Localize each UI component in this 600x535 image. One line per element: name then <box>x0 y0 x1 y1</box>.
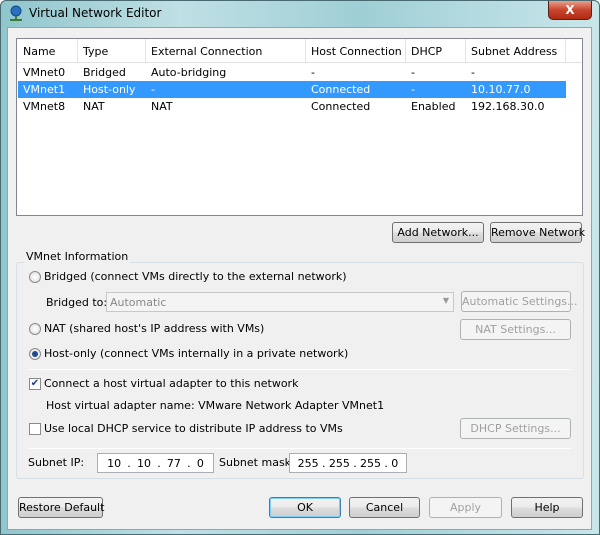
table-row[interactable]: VMnet1 Host-only - Connected - 10.10.77.0 <box>18 81 566 98</box>
restore-default-button[interactable]: Restore Default <box>18 497 104 518</box>
dot: . <box>384 456 388 470</box>
subnet-ip-label: Subnet IP: <box>28 456 85 469</box>
table-cell: Host-only <box>83 83 136 96</box>
table-cell: - <box>411 66 415 79</box>
dhcp-settings-button[interactable]: DHCP Settings... <box>460 418 571 439</box>
octet: 0 <box>196 456 204 470</box>
table-cell: VMnet1 <box>23 83 66 96</box>
bridged-to-select[interactable]: Automatic ▼ <box>106 292 454 312</box>
table-cell: NAT <box>151 100 173 113</box>
nat-label[interactable]: NAT (shared host's IP address with VMs) <box>44 322 264 335</box>
list-header: Name Type External Connection Host Conne… <box>17 39 582 63</box>
group-label: VMnet Information <box>24 250 131 263</box>
checkmark-icon: ✔ <box>30 378 40 389</box>
table-cell: - <box>471 66 475 79</box>
table-cell: VMnet8 <box>23 100 66 113</box>
dot: . <box>187 456 191 470</box>
table-cell: Bridged <box>83 66 126 79</box>
column-header-external[interactable]: External Connection <box>151 45 262 58</box>
ok-button[interactable]: OK <box>269 497 341 518</box>
table-cell: Enabled <box>411 100 456 113</box>
use-dhcp-label[interactable]: Use local DHCP service to distribute IP … <box>44 422 343 435</box>
dot: . <box>127 456 131 470</box>
octet: 255 <box>297 456 319 470</box>
window-title: Virtual Network Editor <box>29 6 162 20</box>
connect-adapter-label[interactable]: Connect a host virtual adapter to this n… <box>44 377 298 390</box>
dot: . <box>353 456 357 470</box>
table-cell: Connected <box>311 100 371 113</box>
adapter-name-text: Host virtual adapter name: VMware Networ… <box>46 399 385 412</box>
connect-adapter-checkbox[interactable]: ✔ <box>29 378 41 390</box>
octet: 0 <box>391 456 399 470</box>
bridged-to-label: Bridged to: <box>46 296 108 309</box>
column-header-name[interactable]: Name <box>23 45 55 58</box>
subnet-mask-label: Subnet mask: <box>219 456 295 469</box>
octet: 255 <box>328 456 350 470</box>
table-cell: Auto-bridging <box>151 66 227 79</box>
remove-network-button[interactable]: Remove Network <box>490 222 585 243</box>
use-dhcp-checkbox[interactable] <box>29 423 41 435</box>
host-only-label[interactable]: Host-only (connect VMs internally in a p… <box>44 347 348 360</box>
divider <box>28 369 571 370</box>
table-cell: 192.168.30.0 <box>471 100 545 113</box>
bridged-label[interactable]: Bridged (connect VMs directly to the ext… <box>44 270 347 283</box>
octet: 10 <box>137 456 151 470</box>
octet: 77 <box>166 456 181 470</box>
octet: 10 <box>107 456 122 470</box>
automatic-settings-button[interactable]: Automatic Settings... <box>461 291 578 312</box>
nat-radio[interactable] <box>29 323 41 335</box>
dot: . <box>157 456 161 470</box>
table-cell: 10.10.77.0 <box>471 83 531 96</box>
column-header-host[interactable]: Host Connection <box>311 45 402 58</box>
apply-button[interactable]: Apply <box>429 497 502 518</box>
close-button[interactable]: X <box>548 1 592 20</box>
column-header-subnet[interactable]: Subnet Address <box>471 45 557 58</box>
table-cell: - <box>411 83 415 96</box>
table-cell: Connected <box>311 83 371 96</box>
column-header-type[interactable]: Type <box>83 45 108 58</box>
cancel-button[interactable]: Cancel <box>349 497 420 518</box>
table-cell: - <box>151 83 155 96</box>
subnet-mask-input[interactable]: 255. 255. 255. 0 <box>289 453 407 473</box>
table-cell: NAT <box>83 100 105 113</box>
host-only-radio[interactable] <box>29 348 41 360</box>
divider <box>28 448 571 449</box>
table-row[interactable]: VMnet8 NAT NAT Connected Enabled 192.168.30.0 <box>18 98 566 115</box>
bridged-radio[interactable] <box>29 271 41 283</box>
subnet-ip-input[interactable]: 10. 10. 77. 0 <box>97 453 214 473</box>
nat-settings-button[interactable]: NAT Settings... <box>460 319 571 340</box>
dot: . <box>322 456 326 470</box>
chevron-down-icon: ▼ <box>442 296 449 305</box>
column-header-dhcp[interactable]: DHCP <box>411 45 442 58</box>
table-row[interactable]: VMnet0 Bridged Auto-bridging - - - <box>18 64 566 81</box>
help-button[interactable]: Help <box>511 497 583 518</box>
network-list[interactable]: Name Type External Connection Host Conne… <box>16 38 583 216</box>
bridged-to-value: Automatic <box>110 296 167 309</box>
add-network-button[interactable]: Add Network... <box>392 222 484 243</box>
octet: 255 <box>360 456 382 470</box>
network-globe-icon <box>10 5 22 21</box>
table-cell: VMnet0 <box>23 66 66 79</box>
table-cell: - <box>311 66 315 79</box>
